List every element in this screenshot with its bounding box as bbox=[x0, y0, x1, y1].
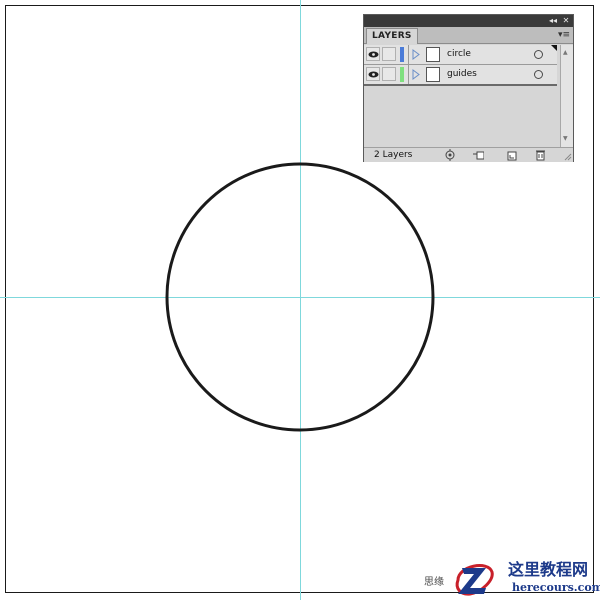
make-clipping-mask-icon[interactable] bbox=[472, 149, 484, 161]
scroll-down-icon[interactable]: ▼ bbox=[563, 135, 568, 143]
layer-thumbnail bbox=[426, 47, 440, 62]
resize-grip-icon[interactable] bbox=[564, 153, 572, 161]
layer-name[interactable]: guides bbox=[447, 68, 477, 80]
panel-menu-button[interactable]: ▾≡ bbox=[558, 28, 570, 42]
layers-panel: ◂◂ ✕ LAYERS ▾≡ circle guides ▲ ▼ 2 Layer… bbox=[363, 14, 574, 162]
visibility-toggle[interactable] bbox=[366, 67, 380, 81]
lock-toggle[interactable] bbox=[382, 47, 396, 61]
panel-tab-row: LAYERS ▾≡ bbox=[364, 27, 573, 44]
layer-name[interactable]: circle bbox=[447, 48, 471, 60]
locate-object-icon[interactable] bbox=[444, 149, 456, 161]
target-icon[interactable] bbox=[534, 70, 543, 79]
layer-row-guides[interactable]: guides bbox=[364, 65, 557, 86]
layer-count: 2 Layers bbox=[374, 150, 413, 160]
layer-color-swatch bbox=[400, 67, 404, 82]
panel-titlebar[interactable]: ◂◂ ✕ bbox=[364, 15, 573, 27]
divider bbox=[408, 45, 409, 64]
visibility-toggle[interactable] bbox=[366, 47, 380, 61]
watermark-domain: herecours.com bbox=[512, 581, 600, 594]
panel-scrollbar[interactable]: ▲ ▼ bbox=[560, 45, 573, 147]
scroll-up-icon[interactable]: ▲ bbox=[563, 49, 568, 57]
target-icon[interactable] bbox=[534, 50, 543, 59]
eye-icon bbox=[368, 71, 379, 78]
collapse-panel-button[interactable]: ◂◂ bbox=[548, 15, 558, 27]
layer-thumbnail bbox=[426, 67, 440, 82]
trash-icon[interactable] bbox=[534, 149, 546, 161]
tab-layers[interactable]: LAYERS bbox=[366, 28, 418, 44]
watermark-logo-icon bbox=[455, 564, 494, 596]
expand-arrow-icon[interactable] bbox=[412, 49, 420, 60]
layer-color-swatch bbox=[400, 47, 404, 62]
workspace: ◂◂ ✕ LAYERS ▾≡ circle guides ▲ ▼ 2 Layer… bbox=[0, 0, 600, 600]
watermark-small-text: 思缘 bbox=[424, 577, 444, 588]
layer-row-circle[interactable]: circle bbox=[364, 45, 557, 65]
eye-icon bbox=[368, 51, 379, 58]
selection-indicator-icon bbox=[551, 45, 557, 51]
new-sublayer-icon[interactable] bbox=[506, 149, 518, 161]
watermark-chinese-name: 这里教程网 bbox=[508, 560, 589, 579]
layers-list: circle guides bbox=[364, 45, 560, 147]
expand-arrow-icon[interactable] bbox=[412, 69, 420, 80]
close-panel-button[interactable]: ✕ bbox=[561, 15, 571, 27]
divider bbox=[408, 65, 409, 84]
lock-toggle[interactable] bbox=[382, 67, 396, 81]
watermark: 思缘 这里教程网 herecours.com bbox=[424, 556, 600, 600]
panel-footer: 2 Layers bbox=[364, 147, 573, 162]
